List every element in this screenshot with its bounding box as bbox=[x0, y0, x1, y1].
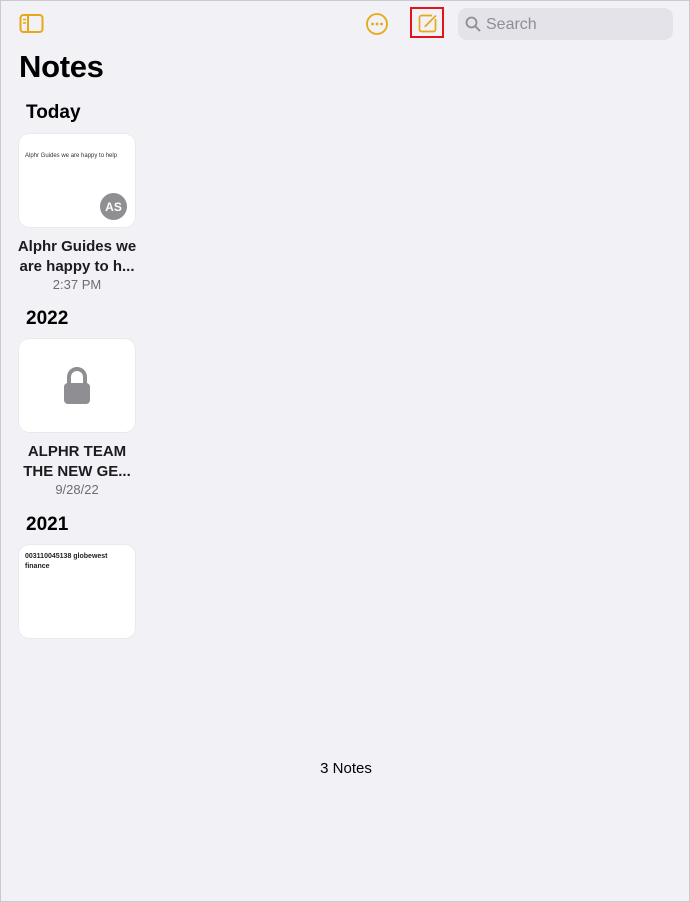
note-thumbnail[interactable]: 003110045138 globewest finance bbox=[19, 545, 135, 638]
ellipsis-circle-icon bbox=[366, 13, 388, 35]
notes-count: 3 Notes bbox=[320, 760, 372, 777]
page-title: Notes bbox=[19, 49, 104, 84]
note-preview-text: Alphr Guides we are happy to help bbox=[25, 153, 118, 159]
section-header-2022: 2022 bbox=[26, 308, 69, 329]
note-title-line: Alphr Guides we bbox=[17, 238, 137, 255]
search-field[interactable] bbox=[458, 8, 673, 40]
note-preview-text: 003110045138 globewest finance bbox=[25, 553, 108, 570]
compose-icon bbox=[418, 14, 437, 33]
search-icon bbox=[465, 16, 481, 32]
compose-note-button[interactable] bbox=[410, 7, 444, 38]
avatar: AS bbox=[100, 193, 127, 220]
section-header-today: Today bbox=[26, 102, 81, 123]
search-input[interactable] bbox=[484, 12, 668, 38]
note-thumbnail-locked[interactable] bbox=[19, 339, 135, 432]
note-thumbnail[interactable]: Alphr Guides we are happy to help AS bbox=[19, 134, 135, 227]
note-title[interactable]: Alphr Guides we are happy to h... bbox=[11, 237, 143, 277]
sidebar-icon bbox=[19, 14, 44, 33]
lock-icon bbox=[64, 367, 90, 404]
more-options-button[interactable] bbox=[365, 12, 389, 36]
toolbar bbox=[1, 1, 690, 47]
section-header-2021: 2021 bbox=[26, 514, 69, 535]
note-title[interactable]: ALPHR TEAM THE NEW GE... bbox=[11, 442, 143, 482]
note-date: 2:37 PM bbox=[52, 277, 102, 292]
note-date: 9/28/22 bbox=[55, 482, 99, 497]
sidebar-toggle-button[interactable] bbox=[19, 13, 45, 35]
note-title-line: ALPHR TEAM bbox=[27, 443, 127, 460]
note-title-line: THE NEW GE... bbox=[23, 463, 131, 480]
note-title-line: are happy to h... bbox=[19, 258, 135, 275]
